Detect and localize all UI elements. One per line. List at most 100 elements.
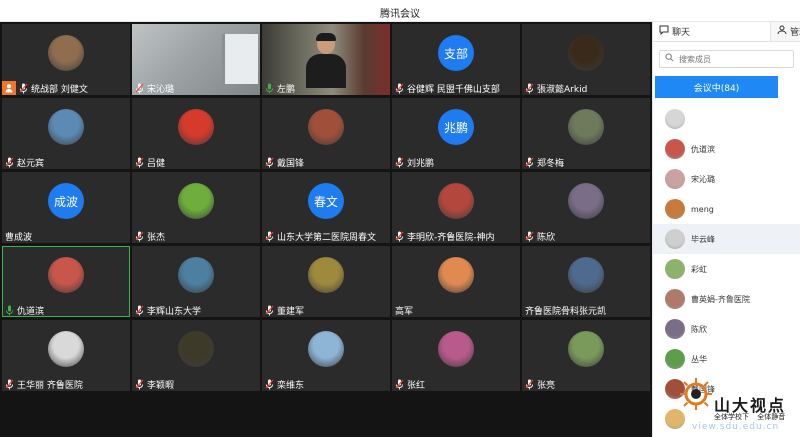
member-avatar	[665, 259, 685, 279]
participant-tile[interactable]: 董建军	[262, 246, 390, 317]
participant-tile[interactable]: 赵元宾	[2, 98, 130, 169]
mic-muted-icon	[525, 379, 534, 390]
participant-tile[interactable]: 齐鲁医院骨科张元凯	[522, 246, 650, 317]
participant-name: 曹成波	[5, 232, 33, 243]
participant-grid: 统战部 刘健文 宋沁璐 左鹏 支部 谷健辉 民盟千佛山支部 張淑懿Arkid 赵元宾 吕健 戴国…	[2, 24, 650, 391]
watermark-logo-icon	[680, 378, 712, 410]
participant-tile[interactable]: 支部谷健辉 民盟千佛山支部	[392, 24, 520, 95]
participant-name: 李颖暇	[147, 380, 175, 391]
member-avatar	[665, 229, 685, 249]
avatar	[568, 35, 604, 71]
participant-name: 张亮	[537, 380, 556, 391]
participant-name: 齐鲁医院骨科张元凯	[525, 306, 607, 317]
camera-video-feed	[222, 34, 258, 84]
participant-name: 董建军	[277, 306, 305, 317]
mic-muted-icon	[265, 305, 274, 316]
avatar: 春文	[308, 183, 344, 219]
avatar	[308, 331, 344, 367]
participant-name: 张杰	[147, 232, 166, 243]
participant-name-bar: 左鹏	[262, 81, 295, 95]
participant-tile[interactable]: 张红	[392, 320, 520, 391]
mic-muted-icon	[19, 83, 28, 94]
participant-tile[interactable]: 左鹏	[262, 24, 390, 95]
participant-tile[interactable]: 郑冬梅	[522, 98, 650, 169]
member-avatar	[665, 289, 685, 309]
tab-manage[interactable]: 管理	[771, 22, 800, 41]
mic-muted-icon	[5, 379, 14, 390]
avatar	[48, 35, 84, 71]
participant-name: 宋沁璐	[147, 84, 175, 95]
mic-muted-icon	[5, 157, 14, 168]
member-row[interactable]: 曹英娟-齐鲁医院	[653, 284, 800, 314]
tab-manage-label: 管理	[790, 28, 800, 38]
mic-muted-icon	[135, 157, 144, 168]
member-avatar	[665, 109, 685, 129]
member-row[interactable]: 丛华	[653, 344, 800, 374]
member-row[interactable]: 仇道滨	[653, 134, 800, 164]
mic-muted-icon	[135, 305, 144, 316]
member-avatar	[665, 199, 685, 219]
mic-muted-icon	[395, 379, 404, 390]
avatar	[48, 109, 84, 145]
participant-name-bar: 曹成波	[2, 229, 32, 243]
member-row[interactable]: meng	[653, 194, 800, 224]
participant-name: 左鹏	[277, 84, 296, 95]
participant-tile[interactable]: 張淑懿Arkid	[522, 24, 650, 95]
host-icon	[2, 81, 16, 95]
member-row[interactable]: 陈欣	[653, 314, 800, 344]
member-avatar	[665, 349, 685, 369]
title-bar: 腾讯会议	[0, 0, 800, 22]
avatar	[48, 331, 84, 367]
participant-tile[interactable]: 吕健	[132, 98, 260, 169]
mic-muted-icon	[265, 157, 274, 168]
participant-tile[interactable]: 李明欣-齐鲁医院-神内	[392, 172, 520, 243]
avatar	[568, 257, 604, 293]
participant-name: 谷健辉 民盟千佛山支部	[407, 84, 500, 95]
participant-name-bar: 李明欣-齐鲁医院-神内	[392, 229, 495, 243]
mic-muted-icon	[525, 83, 534, 94]
participant-name-bar: 仇道滨	[2, 303, 44, 317]
avatar	[48, 257, 84, 293]
member-name: meng	[691, 204, 714, 214]
participant-tile[interactable]: 宋沁璐	[132, 24, 260, 95]
participant-tile[interactable]: 张亮	[522, 320, 650, 391]
participant-tile[interactable]: 李辉山东大学	[132, 246, 260, 317]
participant-tile[interactable]: 春文 山东大学第二医院周春文	[262, 172, 390, 243]
in-meeting-tab[interactable]: 会议中(84)	[655, 76, 778, 98]
participant-name: 戴国锋	[277, 158, 305, 169]
mic-muted-icon	[265, 379, 274, 390]
manage-icon	[777, 25, 790, 38]
avatar: 支部	[438, 35, 474, 71]
mic-muted-icon	[525, 231, 534, 242]
member-row[interactable]: 毕云峰	[653, 224, 800, 254]
camera-video-feed	[306, 33, 346, 88]
tab-chat[interactable]: 聊天	[653, 22, 771, 41]
participant-tile[interactable]: 成波 曹成波	[2, 172, 130, 243]
participant-tile[interactable]: 王华丽 齐鲁医院	[2, 320, 130, 391]
member-row[interactable]: 彩虹	[653, 254, 800, 284]
participant-tile[interactable]: 高军	[392, 246, 520, 317]
mic-on-icon	[265, 83, 274, 94]
participant-tile[interactable]: 李颖暇	[132, 320, 260, 391]
search-input[interactable]	[679, 54, 779, 64]
member-avatar	[665, 319, 685, 339]
participant-tile[interactable]: 张杰	[132, 172, 260, 243]
participant-name: 吕健	[147, 158, 166, 169]
chat-icon	[659, 25, 672, 38]
panel-tabs: 聊天 管理	[653, 22, 800, 42]
participant-tile[interactable]: 戴国锋	[262, 98, 390, 169]
mic-muted-icon	[395, 157, 404, 168]
participant-tile[interactable]: 栾维东	[262, 320, 390, 391]
member-name: 陈欣	[691, 324, 707, 334]
avatar	[308, 109, 344, 145]
participant-tile[interactable]: 统战部 刘健文	[2, 24, 130, 95]
member-row[interactable]: 宋沁璐	[653, 164, 800, 194]
member-search[interactable]	[659, 50, 794, 68]
participant-name: 赵元宾	[17, 158, 45, 169]
participant-tile[interactable]: 陈欣	[522, 172, 650, 243]
avatar	[308, 257, 344, 293]
member-row[interactable]	[653, 104, 800, 134]
participant-tile[interactable]: 仇道滨	[2, 246, 130, 317]
participant-tile[interactable]: 兆鹏 刘兆鹏	[392, 98, 520, 169]
participant-name-bar: 张亮	[522, 377, 555, 391]
